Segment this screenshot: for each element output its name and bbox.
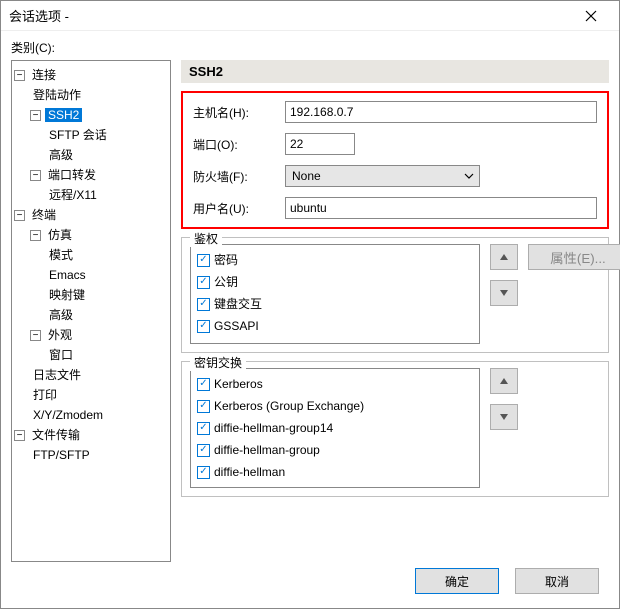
- port-input[interactable]: [285, 133, 355, 155]
- tree-node-keymap[interactable]: 映射键: [46, 288, 88, 302]
- tree-node-emulation[interactable]: 仿真: [45, 228, 75, 242]
- tree-node-print[interactable]: 打印: [30, 388, 60, 402]
- close-icon: [585, 10, 597, 22]
- host-label: 主机名(H):: [193, 104, 273, 121]
- firewall-value: None: [292, 169, 321, 183]
- tree-node-advanced[interactable]: 高级: [46, 148, 76, 162]
- tree-node-window[interactable]: 窗口: [46, 348, 76, 362]
- tree-toggle[interactable]: −: [30, 110, 41, 121]
- firewall-label: 防火墙(F):: [193, 168, 273, 185]
- triangle-down-icon: [499, 289, 509, 297]
- tree-node-emacs[interactable]: Emacs: [46, 268, 89, 282]
- kex-item-label: Kerberos (Group Exchange): [214, 395, 364, 417]
- category-tree[interactable]: −连接 登陆动作 −SSH2 SFTP 会话 高级: [11, 60, 171, 562]
- kex-item[interactable]: ✓ diffie-hellman-group: [197, 439, 473, 461]
- auth-item-label: 公钥: [214, 271, 238, 293]
- kex-item[interactable]: ✓ Kerberos (Group Exchange): [197, 395, 473, 417]
- dialog-window: 会话选项 - 类别(C): −连接 登陆动作 −SSH2 SFTP: [0, 0, 620, 609]
- checkbox-icon: ✓: [197, 276, 210, 289]
- kex-item[interactable]: ✓ diffie-hellman: [197, 461, 473, 483]
- tree-node-log-files[interactable]: 日志文件: [30, 368, 84, 382]
- tree-toggle[interactable]: −: [14, 70, 25, 81]
- checkbox-icon: ✓: [197, 466, 210, 479]
- triangle-up-icon: [499, 377, 509, 385]
- tree-node-advanced[interactable]: 高级: [46, 308, 76, 322]
- auth-item-label: 键盘交互: [214, 293, 262, 315]
- checkbox-icon: ✓: [197, 254, 210, 267]
- user-input[interactable]: [285, 197, 597, 219]
- tree-node-sftp-session[interactable]: SFTP 会话: [46, 128, 110, 142]
- auth-fieldset: 鉴权 ✓密码 ✓公钥 ✓键盘交互 ✓GSSAPI: [181, 237, 609, 353]
- tree-node-appearance[interactable]: 外观: [45, 328, 75, 342]
- auth-item-label: 密码: [214, 249, 238, 271]
- port-label: 端口(O):: [193, 136, 273, 153]
- tree-node-port-forward[interactable]: 端口转发: [45, 168, 99, 182]
- ok-button[interactable]: 确定: [415, 568, 499, 594]
- triangle-up-icon: [499, 253, 509, 261]
- tree-toggle[interactable]: −: [14, 430, 25, 441]
- tree-node-terminal[interactable]: 终端: [29, 208, 59, 222]
- kex-legend: 密钥交换: [190, 354, 246, 371]
- dialog-body: 类别(C): −连接 登陆动作 −SSH2 SFTP 会话 高级: [1, 31, 619, 608]
- user-label: 用户名(U):: [193, 200, 273, 217]
- tree-node-remote-x11[interactable]: 远程/X11: [46, 188, 100, 202]
- auth-item[interactable]: ✓ 密码: [197, 249, 473, 271]
- move-down-button[interactable]: [490, 404, 518, 430]
- dialog-footer: 确定 取消: [11, 562, 609, 604]
- checkbox-icon: ✓: [197, 320, 210, 333]
- kex-side-controls: [490, 368, 600, 430]
- titlebar: 会话选项 -: [1, 1, 619, 31]
- kex-item[interactable]: ✓ Kerberos: [197, 373, 473, 395]
- tree-node-modes[interactable]: 模式: [46, 248, 76, 262]
- move-up-button[interactable]: [490, 368, 518, 394]
- auth-item[interactable]: ✓ 键盘交互: [197, 293, 473, 315]
- kex-list[interactable]: ✓ Kerberos ✓ Kerberos (Group Exchange) ✓ di…: [190, 368, 480, 488]
- tree-node-file-transfer[interactable]: 文件传输: [29, 428, 83, 442]
- kex-item-label: diffie-hellman: [214, 461, 285, 483]
- kex-item[interactable]: ✓ diffie-hellman-group14: [197, 417, 473, 439]
- auth-item[interactable]: ✓ 公钥: [197, 271, 473, 293]
- properties-button[interactable]: 属性(E)...: [528, 244, 620, 270]
- connection-form: 主机名(H): 端口(O): 防火墙(F): None 用户名(U):: [181, 91, 609, 229]
- main-area: −连接 登陆动作 −SSH2 SFTP 会话 高级: [11, 60, 609, 562]
- move-down-button[interactable]: [490, 280, 518, 306]
- tree-toggle[interactable]: −: [30, 330, 41, 341]
- tree-toggle[interactable]: −: [14, 210, 25, 221]
- firewall-select[interactable]: None: [285, 165, 480, 187]
- tree-node-login-action[interactable]: 登陆动作: [30, 88, 84, 102]
- checkbox-icon: ✓: [197, 422, 210, 435]
- kex-item-label: Kerberos: [214, 373, 263, 395]
- tree-node-ftp-sftp[interactable]: FTP/SFTP: [30, 448, 93, 462]
- triangle-down-icon: [499, 413, 509, 421]
- cancel-button[interactable]: 取消: [515, 568, 599, 594]
- kex-fieldset: 密钥交换 ✓Kerberos ✓Kerberos (Group Exchange…: [181, 361, 609, 497]
- kex-item-label: diffie-hellman-group14: [214, 417, 333, 439]
- window-title: 会话选项 -: [9, 6, 571, 25]
- tree-node-xyzmodem[interactable]: X/Y/Zmodem: [30, 408, 106, 422]
- auth-item-label: GSSAPI: [214, 315, 259, 337]
- checkbox-icon: ✓: [197, 378, 210, 391]
- settings-pane: SSH2 主机名(H): 端口(O): 防火墙(F): None 用户名(U):: [181, 60, 609, 562]
- checkbox-icon: ✓: [197, 444, 210, 457]
- tree-toggle[interactable]: −: [30, 170, 41, 181]
- tree-node-connection[interactable]: 连接: [29, 68, 59, 82]
- checkbox-icon: ✓: [197, 298, 210, 311]
- auth-side-controls: 属性(E)...: [490, 244, 600, 306]
- auth-item[interactable]: ✓ GSSAPI: [197, 315, 473, 337]
- checkbox-icon: ✓: [197, 400, 210, 413]
- tree-node-ssh2[interactable]: SSH2: [45, 108, 82, 122]
- move-up-button[interactable]: [490, 244, 518, 270]
- close-button[interactable]: [571, 1, 611, 31]
- tree-toggle[interactable]: −: [30, 230, 41, 241]
- section-header: SSH2: [181, 60, 609, 83]
- host-input[interactable]: [285, 101, 597, 123]
- category-label: 类别(C):: [11, 39, 609, 56]
- kex-item-label: diffie-hellman-group: [214, 439, 320, 461]
- auth-list[interactable]: ✓ 密码 ✓ 公钥 ✓ 键盘交互 ✓ GSSAPI: [190, 244, 480, 344]
- auth-legend: 鉴权: [190, 230, 222, 247]
